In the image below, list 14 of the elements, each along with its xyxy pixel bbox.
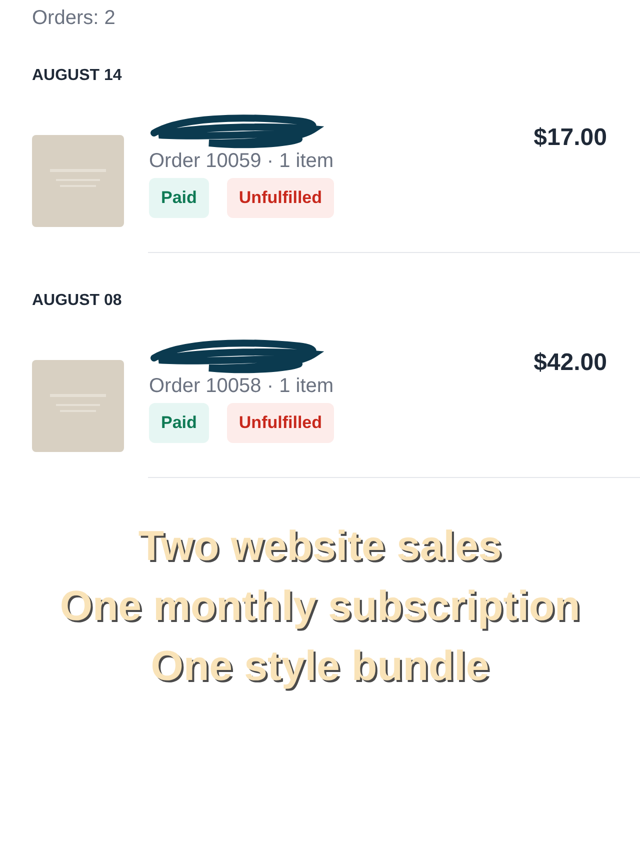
caption-text: One monthly subscription: [60, 581, 580, 631]
order-price: $17.00: [534, 123, 607, 153]
caption-text: One style bundle: [150, 641, 490, 691]
status-badge: Paid: [149, 178, 209, 218]
orders-count: Orders: 2: [32, 6, 116, 30]
date-heading: AUGUST 08: [31, 291, 123, 311]
caption-text: Two website sales: [138, 521, 502, 571]
status-badge: Paid: [149, 403, 209, 442]
status-badge: Unfulfilled: [226, 403, 334, 442]
order-summary: Order 10059 · 1 item: [149, 149, 335, 173]
order-price: $42.00: [534, 348, 607, 378]
status-badge: Unfulfilled: [226, 178, 334, 218]
date-heading: AUGUST 14: [31, 66, 123, 86]
order-summary: Order 10058 · 1 item: [149, 374, 335, 398]
